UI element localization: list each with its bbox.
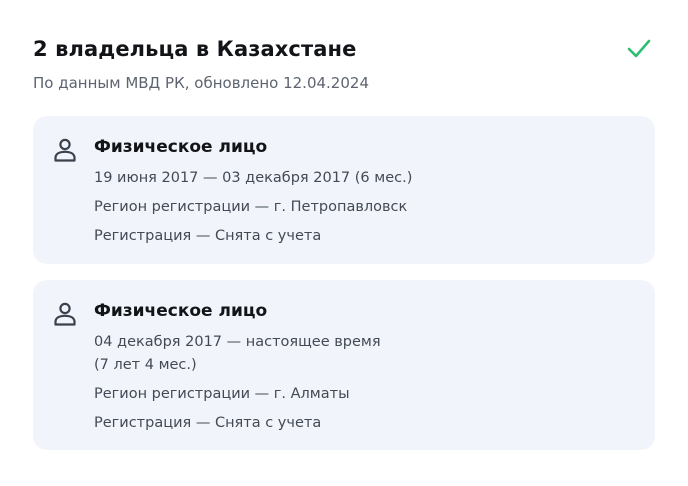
owners-section: 2 владельца в Казахстане По данным МВД Р… (33, 34, 655, 450)
section-header: 2 владельца в Казахстане (33, 34, 655, 64)
owner-card: Физическое лицо 19 июня 2017 — 03 декабр… (33, 116, 655, 264)
section-title: 2 владельца в Казахстане (33, 37, 357, 61)
registration-status: Регистрация — Снята с учета (94, 228, 322, 244)
ownership-duration: (7 лет 4 мес.) (94, 357, 197, 373)
owner-type: Физическое лицо (94, 301, 268, 321)
check-icon (627, 39, 651, 58)
person-icon (54, 138, 76, 162)
owner-type: Физическое лицо (94, 137, 268, 157)
registration-status: Регистрация — Снята с учета (94, 415, 322, 431)
registration-region: Регион регистрации — г. Алматы (94, 386, 350, 402)
section-subtitle: По данным МВД РК, обновлено 12.04.2024 (33, 74, 369, 92)
ownership-period: 04 декабря 2017 — настоящее время (94, 334, 381, 350)
ownership-period: 19 июня 2017 — 03 декабря 2017 (6 мес.) (94, 170, 413, 186)
owner-details: Физическое лицо 19 июня 2017 — 03 декабр… (94, 133, 639, 248)
owner-card: Физическое лицо 04 декабря 2017 — настоя… (33, 280, 655, 450)
registration-region: Регион регистрации — г. Петропавловск (94, 199, 408, 215)
person-icon (54, 302, 76, 326)
owner-details: Физическое лицо 04 декабря 2017 — настоя… (94, 297, 639, 435)
